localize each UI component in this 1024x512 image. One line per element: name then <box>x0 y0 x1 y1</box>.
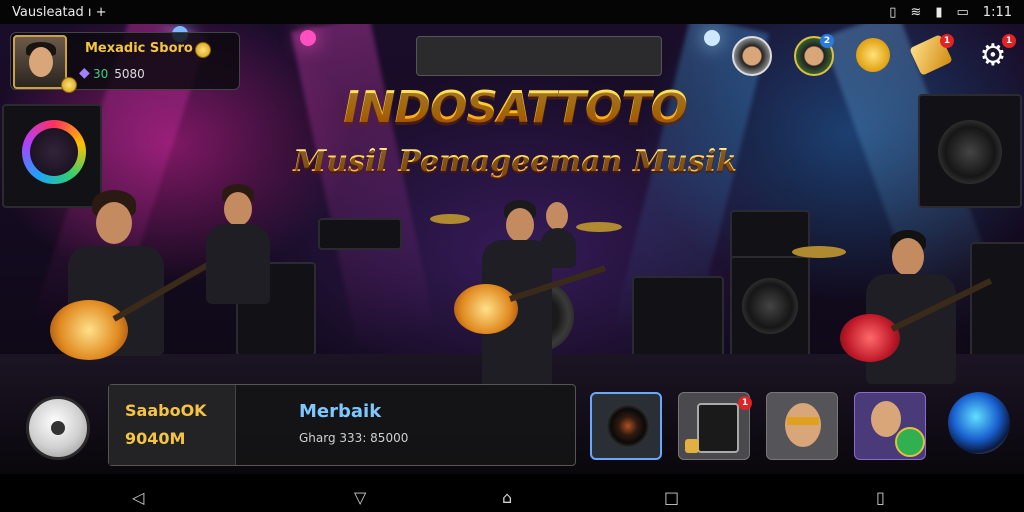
cymbal <box>576 222 622 232</box>
cymbal <box>792 246 846 258</box>
back-icon[interactable]: ◁ <box>132 488 144 507</box>
amp-speaker <box>730 256 810 360</box>
speaker-tile[interactable] <box>590 392 662 460</box>
character-tile[interactable] <box>766 392 838 460</box>
avatar-coin-icon <box>61 77 77 93</box>
settings-badge: 1 <box>1002 34 1016 48</box>
right-speaker <box>918 94 1022 208</box>
amplifier-icon <box>697 403 739 453</box>
sunglasses-icon <box>787 417 819 425</box>
status-bar: Vausleatad ı + ▯ ≋ ▮ ▭ 1:11 <box>0 0 1024 24</box>
song-status-title: Merbaik <box>299 401 382 422</box>
play-badge-icon <box>895 427 925 457</box>
rank-coin-icon <box>195 42 211 58</box>
head-amp <box>318 218 402 250</box>
ticket-badge: 1 <box>940 34 954 48</box>
game-title: INDOSATTOTO <box>310 82 720 133</box>
amp-badge: 1 <box>738 396 752 410</box>
friend-avatar-1[interactable] <box>732 36 772 76</box>
box-icon <box>685 439 699 453</box>
speaker-icon <box>606 404 650 448</box>
musician-tile[interactable] <box>854 392 926 460</box>
song-status-detail: Gharg 333: 85000 <box>299 431 409 445</box>
top-search-bar[interactable] <box>416 36 662 76</box>
signal-icon: ▮ <box>935 4 943 20</box>
cymbal <box>430 214 470 224</box>
score-value: 9040M <box>125 429 186 448</box>
player-stats: 30 5080 <box>93 67 145 81</box>
player-currency: 5080 <box>114 67 145 81</box>
game-subtitle: Musil Pemageeman Musik <box>270 144 760 179</box>
record-dial-icon[interactable] <box>22 120 86 184</box>
music-orb-button[interactable] <box>948 392 1010 454</box>
side-amp <box>970 242 1024 366</box>
volume-knob[interactable] <box>26 396 90 460</box>
triangle-nav-icon[interactable]: ▽ <box>354 488 366 507</box>
friend-badge: 2 <box>820 34 834 48</box>
rotate-icon[interactable]: ▯ <box>876 488 885 507</box>
player-profile-card[interactable]: Mexadic Sboro ◆ 30 5080 <box>10 32 240 93</box>
musician-face-icon <box>871 401 901 437</box>
home-icon[interactable]: ⌂ <box>502 488 512 507</box>
status-left-text: Vausleatad ı + <box>12 4 107 20</box>
gem-icon: ◆ <box>79 65 90 81</box>
player-name: Mexadic Sboro <box>85 41 193 56</box>
player-level: 30 <box>93 67 109 81</box>
score-box: SaaboOK 9040M <box>109 385 236 465</box>
song-info-panel[interactable]: SaaboOK 9040M Merbaik Gharg 333: 85000 <box>108 384 576 466</box>
player-avatar[interactable] <box>13 35 67 89</box>
amp-speaker <box>632 276 724 360</box>
coin-icon[interactable] <box>856 38 890 72</box>
character-face-icon <box>785 403 821 447</box>
wifi-icon: ≋ <box>910 4 922 20</box>
stage-light <box>300 30 316 46</box>
recents-icon[interactable]: □ <box>664 488 679 507</box>
battery-small-icon: ▯ <box>889 4 897 20</box>
stage-light <box>704 30 720 46</box>
clock-text: 1:11 <box>982 4 1012 20</box>
score-label: SaaboOK <box>125 401 207 420</box>
battery-icon: ▭ <box>956 4 969 20</box>
